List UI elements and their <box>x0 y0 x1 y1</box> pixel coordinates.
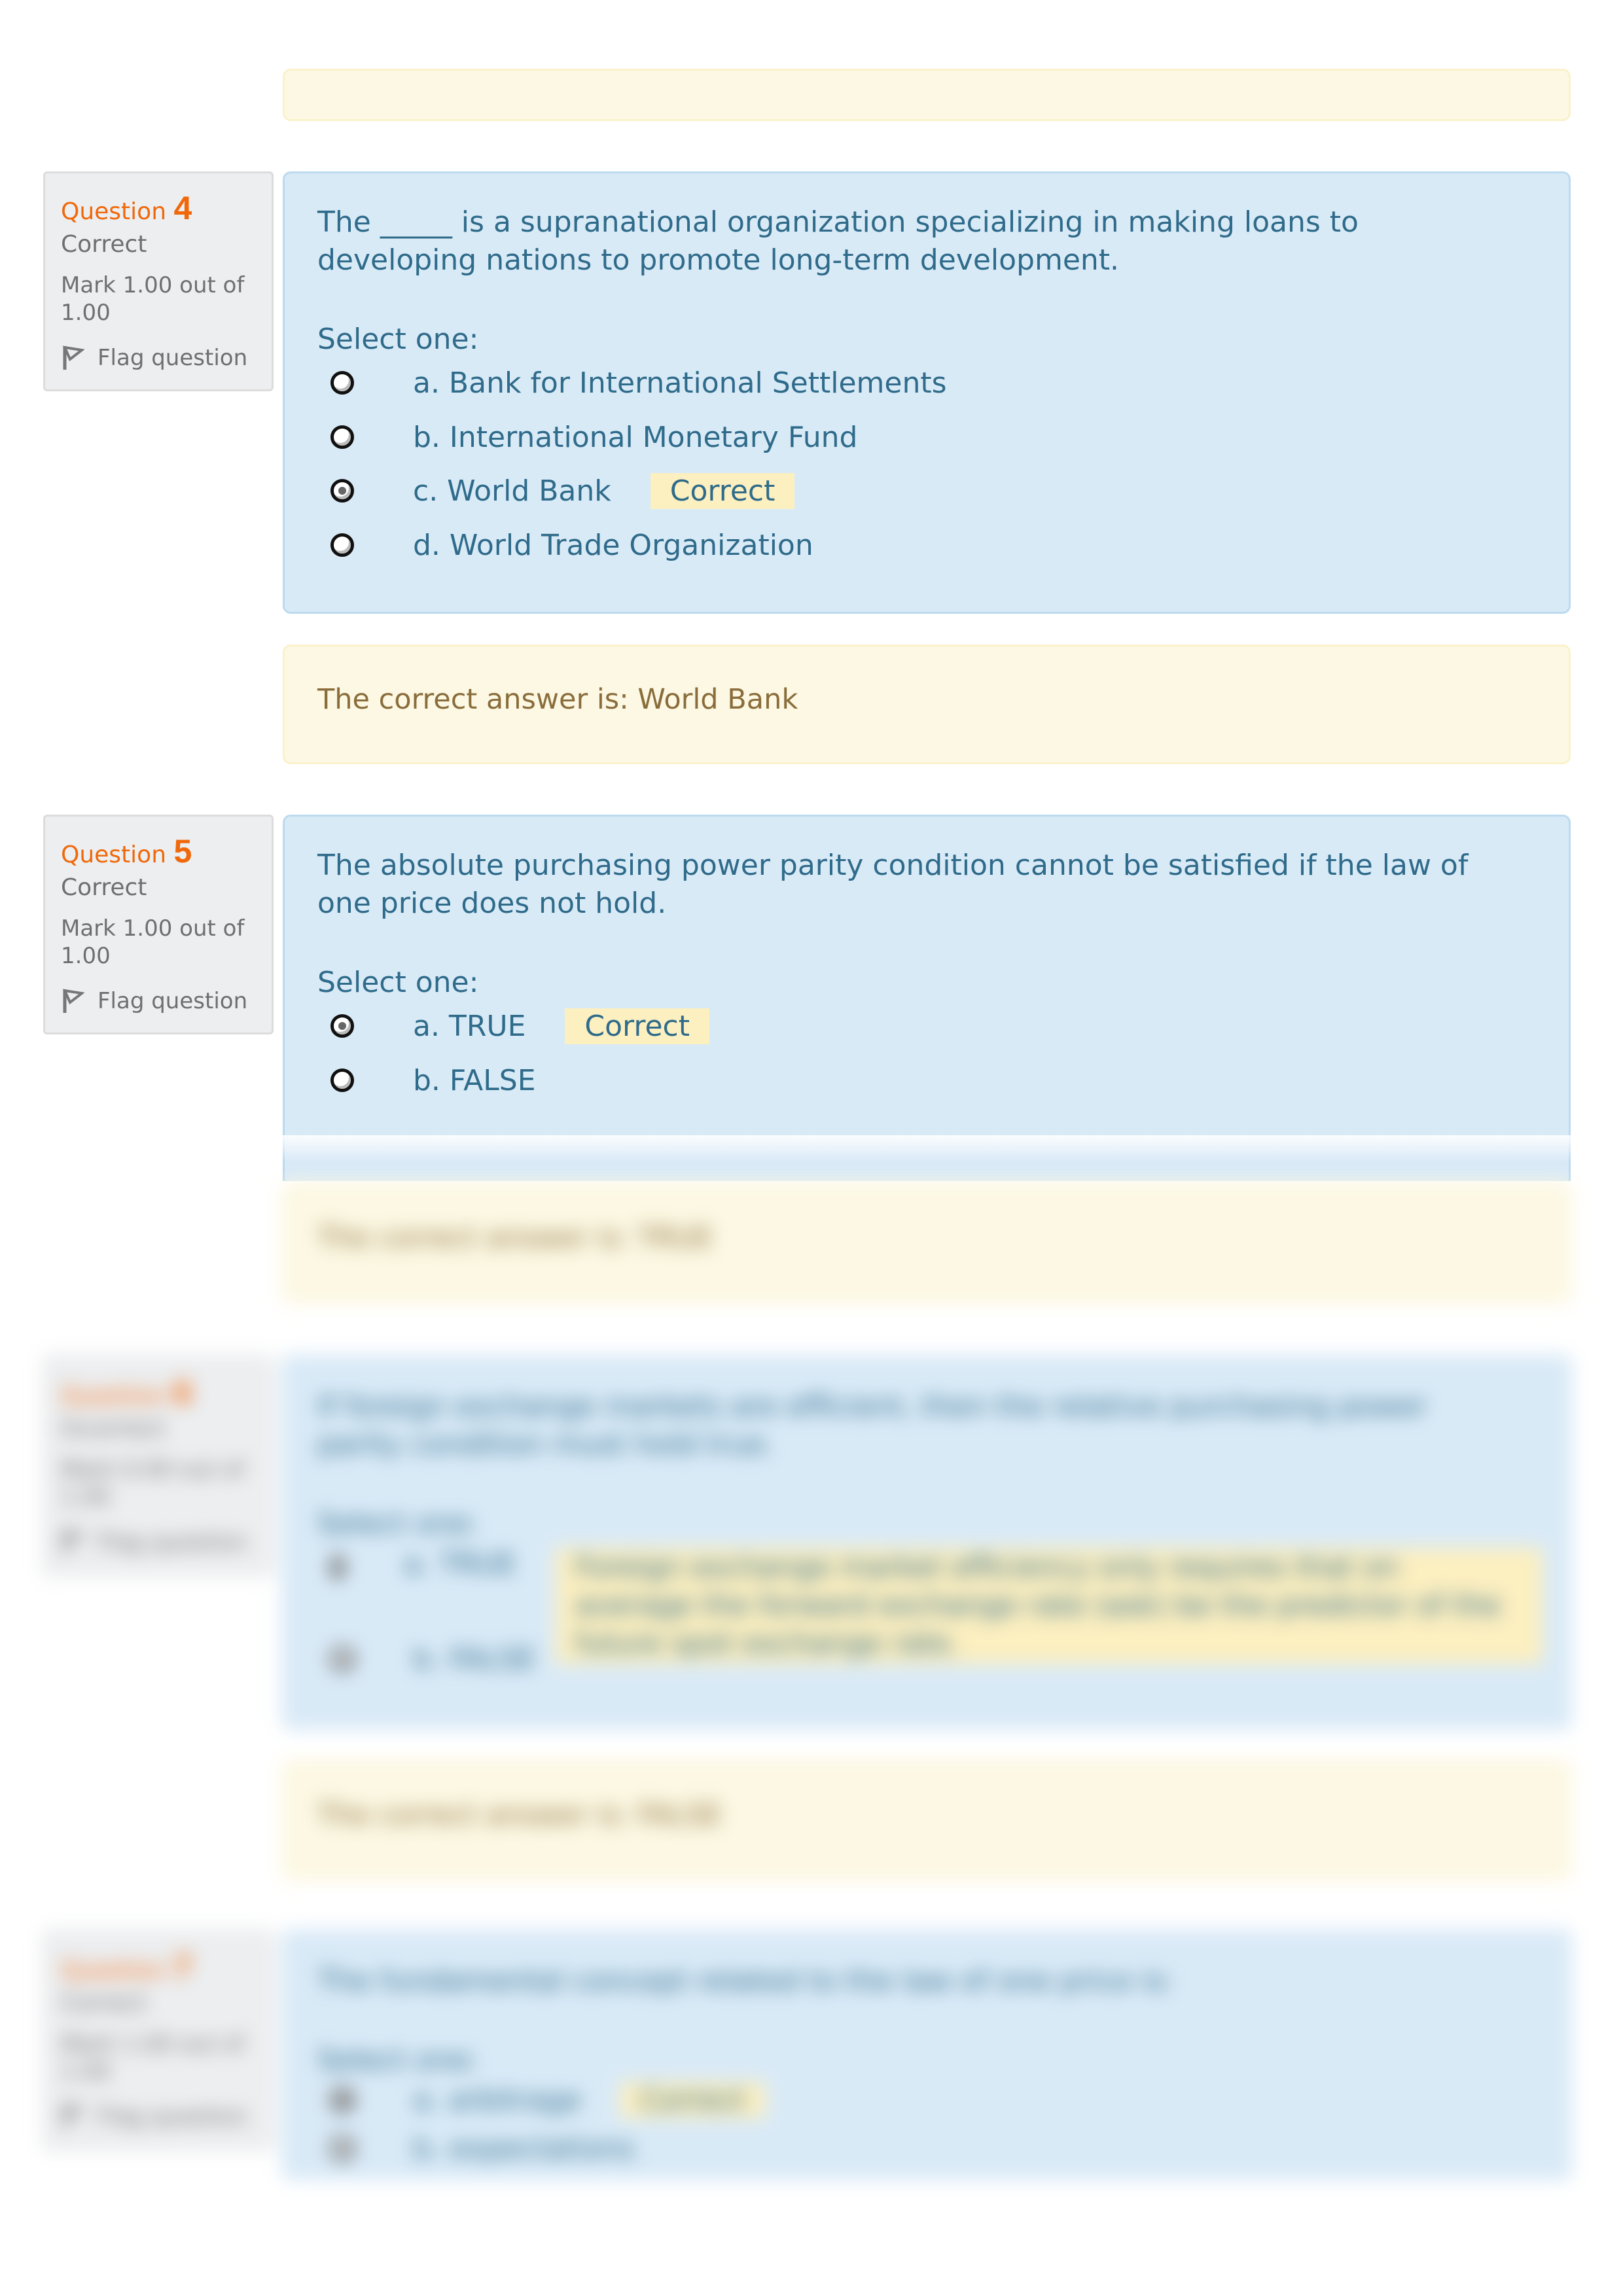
question-word: Question <box>61 1957 167 1984</box>
answer-option-label: b. FALSE <box>413 1063 536 1097</box>
question-number-label: Question 5 <box>61 832 192 870</box>
radio-button-checked[interactable] <box>330 2088 354 2111</box>
blurred-content-region: The correct answer is: TRUE Question 6 I… <box>0 1152 1623 2296</box>
radio-button-unchecked[interactable] <box>330 1647 354 1670</box>
question-word: Question <box>61 1383 167 1409</box>
right-answer-text: The correct answer is: TRUE <box>317 1222 713 1254</box>
flag-question-button[interactable]: Flag question <box>61 1529 247 1555</box>
answer-option-label: b. FALSE <box>413 1642 536 1676</box>
radio-button-unchecked[interactable] <box>330 2136 354 2160</box>
answer-option-label: c. World Bank <box>413 474 611 508</box>
flag-question-label: Flag question <box>98 345 248 371</box>
flag-icon <box>62 989 84 1013</box>
question-content-q6: If foreign exchange markets are efficien… <box>283 1356 1571 1729</box>
right-answer-box-q5: The correct answer is: TRUE <box>283 1183 1571 1303</box>
blur-transition <box>0 1135 1623 1161</box>
answer-option-a[interactable]: a. TRUE Correct <box>330 1006 709 1046</box>
right-answer-text: The correct answer is: FALSE <box>317 1799 722 1831</box>
answer-option-a[interactable]: a. arbitrage Correct <box>330 2080 766 2119</box>
question-number-label: Question 4 <box>61 189 192 227</box>
flag-icon <box>62 2104 84 2128</box>
answer-option-label: a. arbitrage <box>413 2083 582 2117</box>
flag-question-button[interactable]: Flag question <box>61 345 247 371</box>
radio-button-checked[interactable] <box>330 1014 354 1038</box>
question-grade: Mark 1.00 out of 1.00 <box>61 915 245 969</box>
flag-icon <box>62 1530 84 1554</box>
answer-option-label: a. Bank for International Settlements <box>413 366 947 400</box>
question-text: The fundamental concept related to the l… <box>317 1964 1174 1998</box>
question-number-label: Question 6 <box>61 1373 192 1411</box>
question-text: The _____ is a supranational organizatio… <box>317 205 1359 277</box>
answer-option-b[interactable]: b. expectations <box>330 2128 635 2168</box>
radio-button-checked[interactable] <box>330 1555 347 1579</box>
question-number: 6 <box>173 1374 192 1411</box>
flag-question-button[interactable]: Flag question <box>61 988 247 1014</box>
answer-option-b[interactable]: b. FALSE <box>330 1639 536 1678</box>
question-grade: Mark 1.00 out of 1.00 <box>61 272 245 326</box>
question-state: Correct <box>61 231 147 258</box>
question-number-label: Question 7 <box>61 1948 192 1986</box>
correct-feedback-badge: Correct <box>565 1008 709 1044</box>
flag-question-label: Flag question <box>98 988 248 1014</box>
answer-option-label: a. TRUE <box>403 1547 516 1581</box>
answer-option-d[interactable]: d. World Trade Organization <box>330 525 813 565</box>
flag-question-button[interactable]: Flag question <box>61 2104 247 2130</box>
answer-option-label: a. TRUE <box>413 1009 526 1043</box>
right-answer-box-q6: The correct answer is: FALSE <box>283 1760 1571 1880</box>
question-grade: Mark 0.00 out of 1.00 <box>61 1457 245 1510</box>
select-one-prompt: Select one: <box>317 966 479 999</box>
question-text: If foreign exchange markets are efficien… <box>317 1390 1428 1461</box>
question-number: 5 <box>173 833 192 870</box>
question-grade: Mark 1.00 out of 1.00 <box>61 2031 245 2085</box>
radio-button-checked[interactable] <box>330 479 354 503</box>
flag-question-label: Flag question <box>98 1529 248 1555</box>
flag-question-label: Flag question <box>98 2104 248 2130</box>
answer-option-b[interactable]: b. FALSE <box>330 1061 536 1100</box>
flag-icon <box>62 345 84 370</box>
question-content-q7: The fundamental concept related to the l… <box>283 1930 1571 2179</box>
question-word: Question <box>61 841 167 868</box>
incorrect-feedback-text: Foreign exchange market efficiency only … <box>555 1547 1543 1664</box>
radio-button-unchecked[interactable] <box>330 425 354 449</box>
answer-option-label: d. World Trade Organization <box>413 528 813 562</box>
right-answer-text: The correct answer is: World Bank <box>317 683 798 716</box>
radio-button-unchecked[interactable] <box>330 371 354 395</box>
select-one-prompt: Select one: <box>317 2043 479 2077</box>
answer-option-label: b. expectations <box>413 2131 635 2165</box>
radio-button-unchecked[interactable] <box>330 533 354 557</box>
answer-option-a[interactable]: a. Bank for International Settlements <box>330 363 947 402</box>
question-info-q6: Question 6 Incorrect Mark 0.00 out of 1.… <box>43 1356 274 1576</box>
right-answer-box-q4: The correct answer is: World Bank <box>283 645 1571 764</box>
question-info-q7: Question 7 Correct Mark 1.00 out of 1.00… <box>43 1930 274 2150</box>
radio-button-unchecked[interactable] <box>330 1069 354 1092</box>
question-number: 7 <box>173 1949 192 1985</box>
question-number: 4 <box>173 190 192 226</box>
question-info-q4: Question 4 Correct Mark 1.00 out of 1.00… <box>43 171 274 391</box>
question-state: Correct <box>61 874 147 901</box>
answer-option-c[interactable]: c. World Bank Correct <box>330 471 795 510</box>
question-info-q5: Question 5 Correct Mark 1.00 out of 1.00… <box>43 815 274 1034</box>
question-state: Correct <box>61 1990 147 2017</box>
question-text: The absolute purchasing power parity con… <box>317 849 1469 920</box>
correct-feedback-badge: Correct <box>620 2081 766 2118</box>
question-word: Question <box>61 198 167 225</box>
correct-feedback-badge: Correct <box>650 472 795 509</box>
question-state: Incorrect <box>61 1415 166 1442</box>
answer-option-label: b. International Monetary Fund <box>413 420 858 454</box>
question-content-q4: The _____ is a supranational organizatio… <box>283 171 1571 614</box>
select-one-prompt: Select one: <box>317 323 479 356</box>
answer-option-b[interactable]: b. International Monetary Fund <box>330 417 858 457</box>
previous-question-feedback-box <box>283 69 1571 121</box>
select-one-prompt: Select one: <box>317 1507 479 1540</box>
question-content-q5: The absolute purchasing power parity con… <box>283 815 1571 1181</box>
